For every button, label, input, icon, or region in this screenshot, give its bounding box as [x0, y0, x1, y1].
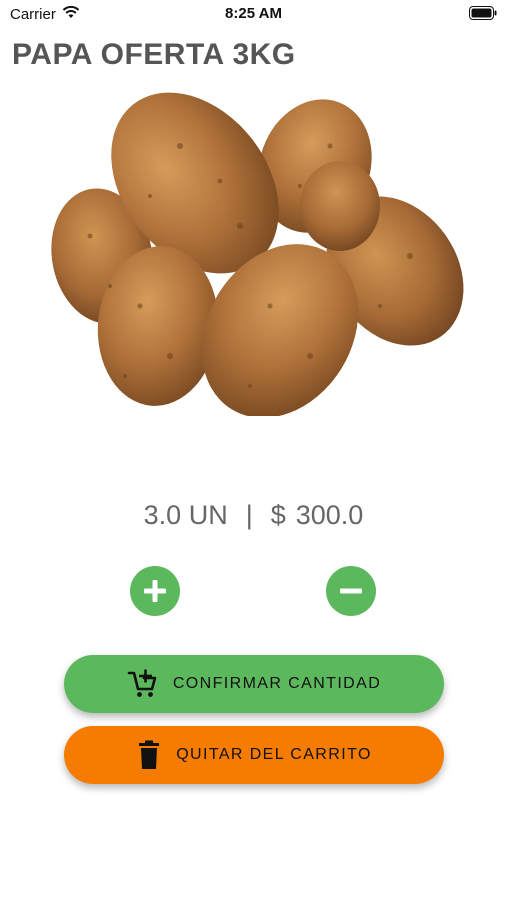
page-title: PAPA OFERTA 3KG — [12, 38, 296, 71]
status-time: 8:25 AM — [225, 5, 282, 22]
confirm-quantity-label: CONFIRMAR CANTIDAD — [172, 675, 382, 692]
currency-symbol: $ — [270, 500, 286, 530]
decrement-button[interactable] — [326, 566, 376, 616]
price-value: 300.0 — [295, 500, 364, 530]
battery-icon — [469, 6, 497, 24]
quantity-price-summary: 3.0 UN | $300.0 — [0, 500, 507, 531]
status-bar: Carrier 8:25 AM — [0, 0, 507, 28]
add-to-cart-icon — [127, 669, 157, 697]
product-image — [30, 86, 480, 418]
trash-icon — [139, 740, 160, 769]
quantity-value: 3.0 UN — [143, 500, 228, 530]
remove-from-cart-button[interactable]: QUITAR DEL CARRITO — [64, 726, 444, 784]
remove-from-cart-label: QUITAR DEL CARRITO — [176, 746, 372, 763]
confirm-quantity-button[interactable]: CONFIRMAR CANTIDAD — [64, 655, 444, 713]
increment-button[interactable] — [130, 566, 180, 616]
potatoes-image — [51, 92, 464, 418]
plus-icon — [144, 580, 166, 602]
summary-separator: | — [245, 500, 253, 530]
minus-icon — [340, 588, 362, 594]
